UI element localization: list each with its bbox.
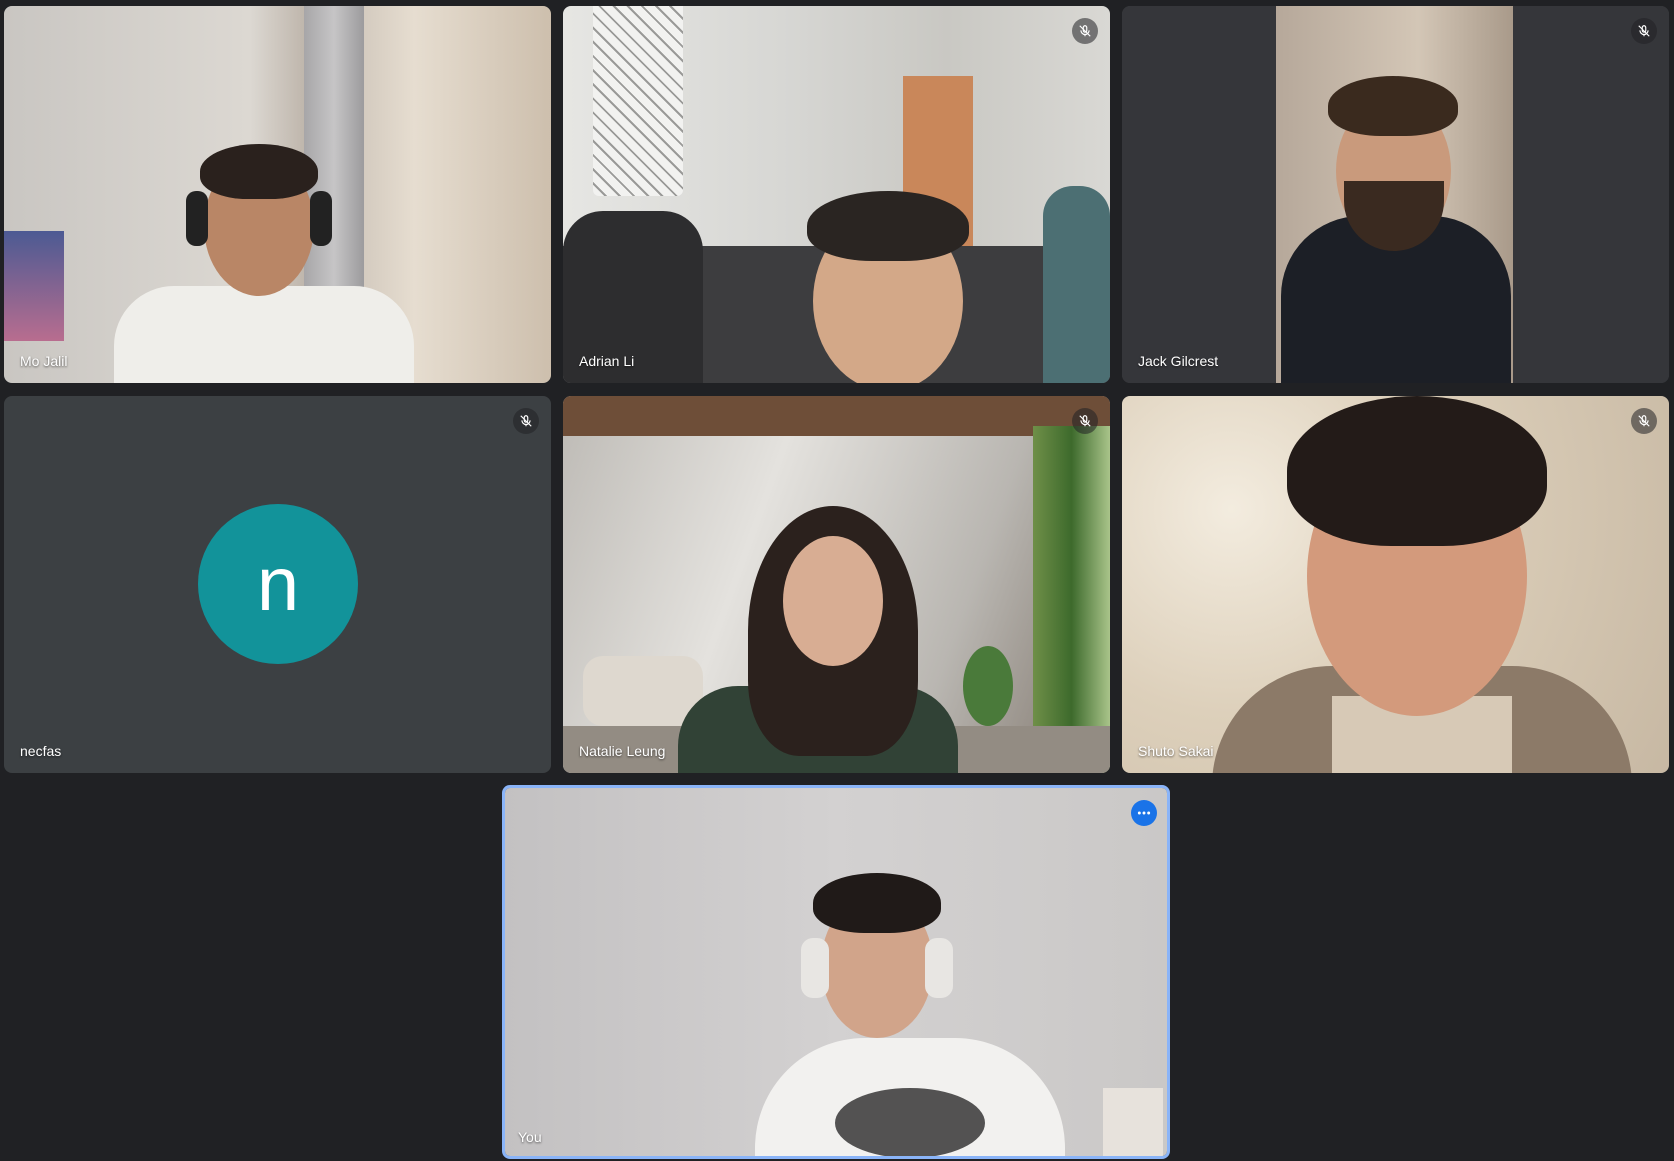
mic-off-icon (1072, 18, 1098, 44)
participant-name: You (518, 1129, 542, 1145)
participant-name: Mo Jalil (20, 353, 68, 369)
participant-name: Jack Gilcrest (1138, 353, 1219, 369)
participant-video (505, 788, 1167, 1156)
avatar: n (198, 504, 358, 664)
more-horiz-icon[interactable] (1131, 800, 1157, 826)
mic-off-icon (513, 408, 539, 434)
participant-tile-shuto-sakai[interactable]: Shuto Sakai (1122, 396, 1669, 773)
participant-video (1122, 396, 1669, 773)
participant-tile-jack-gilcrest[interactable]: Jack Gilcrest (1122, 6, 1669, 383)
participant-name: Adrian Li (579, 353, 635, 369)
participant-tile-mo-jalil[interactable]: Mo Jalil (4, 6, 551, 383)
participant-video (4, 6, 551, 383)
participant-name: Shuto Sakai (1138, 743, 1214, 759)
mic-off-icon (1631, 18, 1657, 44)
mic-off-icon (1631, 408, 1657, 434)
participant-video (563, 6, 1110, 383)
mic-off-icon (1072, 408, 1098, 434)
participant-name: Natalie Leung (579, 743, 666, 759)
participant-tile-self[interactable]: You (502, 785, 1170, 1159)
participant-name: necfas (20, 743, 62, 759)
participant-tile-necfas[interactable]: n necfas (4, 396, 551, 773)
participant-tile-natalie-leung[interactable]: Natalie Leung (563, 396, 1110, 773)
participant-tile-adrian-li[interactable]: Adrian Li (563, 6, 1110, 383)
participant-video (1122, 6, 1669, 383)
participant-video (563, 396, 1110, 773)
